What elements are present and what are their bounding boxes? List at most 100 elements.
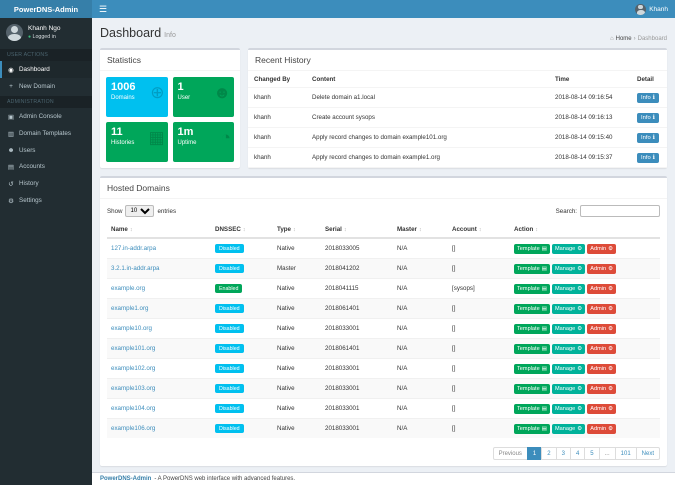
template-button[interactable]: Template▤ bbox=[514, 264, 550, 274]
admin-button[interactable]: Admin⚙ bbox=[587, 244, 616, 254]
manage-button[interactable]: Manage⚙ bbox=[552, 264, 585, 274]
pagination-next[interactable]: Next bbox=[636, 447, 660, 460]
domain-name-link[interactable]: example104.org bbox=[111, 405, 155, 412]
page-size-select[interactable]: 10 bbox=[125, 205, 154, 217]
history-content: Delete domain a1.local bbox=[306, 88, 549, 108]
sidebar-item-settings[interactable]: ⚙Settings bbox=[0, 192, 92, 209]
info-icon: ℹ bbox=[653, 155, 655, 161]
pagination-page-1[interactable]: 1 bbox=[527, 447, 542, 460]
domains-column-account[interactable]: Account↕ bbox=[448, 222, 510, 238]
domain-name-link[interactable]: example106.org bbox=[111, 425, 155, 432]
admin-button[interactable]: Admin⚙ bbox=[587, 304, 616, 314]
manage-button[interactable]: Manage⚙ bbox=[552, 424, 585, 434]
domains-column-name[interactable]: Name↕ bbox=[107, 222, 211, 238]
domains-column-dnssec[interactable]: DNSSEC↕ bbox=[211, 222, 273, 238]
hosted-domains-box: Hosted Domains Show 10 entries Search: bbox=[100, 176, 667, 466]
pagination-page-2[interactable]: 2 bbox=[541, 447, 556, 460]
template-icon: ▤ bbox=[542, 306, 547, 312]
pagination-previous[interactable]: Previous bbox=[493, 447, 528, 460]
sidebar-item-accounts[interactable]: ▤Accounts bbox=[0, 158, 92, 175]
sidebar-toggle-icon[interactable]: ☰ bbox=[99, 5, 107, 14]
manage-button[interactable]: Manage⚙ bbox=[552, 284, 585, 294]
admin-button[interactable]: Admin⚙ bbox=[587, 324, 616, 334]
domain-action-cell: Template▤Manage⚙Admin⚙ bbox=[510, 399, 660, 419]
domain-name-link[interactable]: example10.org bbox=[111, 325, 152, 332]
manage-button[interactable]: Manage⚙ bbox=[552, 384, 585, 394]
domain-master: N/A bbox=[393, 379, 448, 399]
admin-button[interactable]: Admin⚙ bbox=[587, 364, 616, 374]
admin-button[interactable]: Admin⚙ bbox=[587, 264, 616, 274]
manage-button[interactable]: Manage⚙ bbox=[552, 364, 585, 374]
template-button[interactable]: Template▤ bbox=[514, 284, 550, 294]
history-row: khanhCreate account sysops2018-08-14 09:… bbox=[248, 108, 667, 128]
sidebar-item-admin-console[interactable]: ▣Admin Console bbox=[0, 108, 92, 125]
domains-column-serial[interactable]: Serial↕ bbox=[321, 222, 393, 238]
domain-action-cell: Template▤Manage⚙Admin⚙ bbox=[510, 259, 660, 279]
admin-button[interactable]: Admin⚙ bbox=[587, 424, 616, 434]
brand-logo[interactable]: PowerDNS-Admin bbox=[0, 0, 92, 18]
action-button-label: Admin bbox=[590, 406, 606, 412]
sidebar-item-new-domain[interactable]: +New Domain bbox=[0, 78, 92, 94]
manage-button[interactable]: Manage⚙ bbox=[552, 244, 585, 254]
pagination-page-5[interactable]: 5 bbox=[584, 447, 599, 460]
domain-name-link[interactable]: example101.org bbox=[111, 345, 155, 352]
template-button[interactable]: Template▤ bbox=[514, 424, 550, 434]
manage-button[interactable]: Manage⚙ bbox=[552, 324, 585, 334]
action-button-label: Manage bbox=[555, 346, 575, 352]
action-button-label: Admin bbox=[590, 326, 606, 332]
history-content: Create account sysops bbox=[306, 108, 549, 128]
domains-column-master[interactable]: Master↕ bbox=[393, 222, 448, 238]
navbar-user-menu[interactable]: Khanh bbox=[635, 4, 668, 15]
admin-button[interactable]: Admin⚙ bbox=[587, 284, 616, 294]
history-info-button[interactable]: Infoℹ bbox=[637, 113, 659, 123]
admin-button[interactable]: Admin⚙ bbox=[587, 384, 616, 394]
pagination-page-3[interactable]: 3 bbox=[556, 447, 571, 460]
history-changed-by: khanh bbox=[248, 88, 306, 108]
navbar-body: ☰ Khanh bbox=[92, 0, 675, 18]
admin-button[interactable]: Admin⚙ bbox=[587, 344, 616, 354]
action-button-label: Template bbox=[517, 326, 540, 332]
users-icon: ☻ bbox=[7, 147, 15, 154]
template-button[interactable]: Template▤ bbox=[514, 384, 550, 394]
history-info-button[interactable]: Infoℹ bbox=[637, 153, 659, 163]
domain-name-link[interactable]: example103.org bbox=[111, 385, 155, 392]
domain-name-link[interactable]: 127.in-addr.arpa bbox=[111, 245, 156, 252]
history-info-button[interactable]: Infoℹ bbox=[637, 133, 659, 143]
template-button[interactable]: Template▤ bbox=[514, 364, 550, 374]
user-icon: ☻ bbox=[213, 84, 231, 101]
template-button[interactable]: Template▤ bbox=[514, 244, 550, 254]
history-content: Apply record changes to domain example10… bbox=[306, 128, 549, 148]
manage-button[interactable]: Manage⚙ bbox=[552, 404, 585, 414]
stat-box-user: 1User☻ bbox=[173, 77, 235, 117]
sidebar-nav: USER ACTIONS◉Dashboard+New DomainADMINIS… bbox=[0, 49, 92, 209]
domain-account: [] bbox=[448, 238, 510, 259]
sidebar-item-history[interactable]: ↺History bbox=[0, 175, 92, 192]
action-button-label: Manage bbox=[555, 326, 575, 332]
domains-column-action[interactable]: Action↕ bbox=[510, 222, 660, 238]
manage-button[interactable]: Manage⚙ bbox=[552, 344, 585, 354]
domain-name-link[interactable]: example102.org bbox=[111, 365, 155, 372]
template-button[interactable]: Template▤ bbox=[514, 324, 550, 334]
manage-button[interactable]: Manage⚙ bbox=[552, 304, 585, 314]
template-button[interactable]: Template▤ bbox=[514, 404, 550, 414]
domain-master: N/A bbox=[393, 238, 448, 259]
history-info-button[interactable]: Infoℹ bbox=[637, 93, 659, 103]
sidebar-item-domain-templates[interactable]: ▥Domain Templates bbox=[0, 125, 92, 142]
template-button[interactable]: Template▤ bbox=[514, 304, 550, 314]
pagination-page-4[interactable]: 4 bbox=[570, 447, 585, 460]
domain-name-link[interactable]: example1.org bbox=[111, 305, 149, 312]
template-button[interactable]: Template▤ bbox=[514, 344, 550, 354]
info-button-label: Info bbox=[641, 95, 651, 101]
domain-name-link[interactable]: 3.2.1.in-addr.arpa bbox=[111, 265, 160, 272]
domains-column-type[interactable]: Type↕ bbox=[273, 222, 321, 238]
domain-type: Native bbox=[273, 359, 321, 379]
pagination-page-101[interactable]: 101 bbox=[615, 447, 637, 460]
domain-row: 3.2.1.in-addr.arpaDisabledMaster20180412… bbox=[107, 259, 660, 279]
admin-button[interactable]: Admin⚙ bbox=[587, 404, 616, 414]
domain-name-link[interactable]: example.org bbox=[111, 285, 145, 292]
search-input[interactable] bbox=[580, 205, 660, 217]
breadcrumb-home-link[interactable]: Home bbox=[616, 36, 632, 42]
sidebar-item-dashboard[interactable]: ◉Dashboard bbox=[0, 61, 92, 78]
sidebar-item-users[interactable]: ☻Users bbox=[0, 142, 92, 158]
online-status-dot: ● bbox=[28, 34, 31, 40]
